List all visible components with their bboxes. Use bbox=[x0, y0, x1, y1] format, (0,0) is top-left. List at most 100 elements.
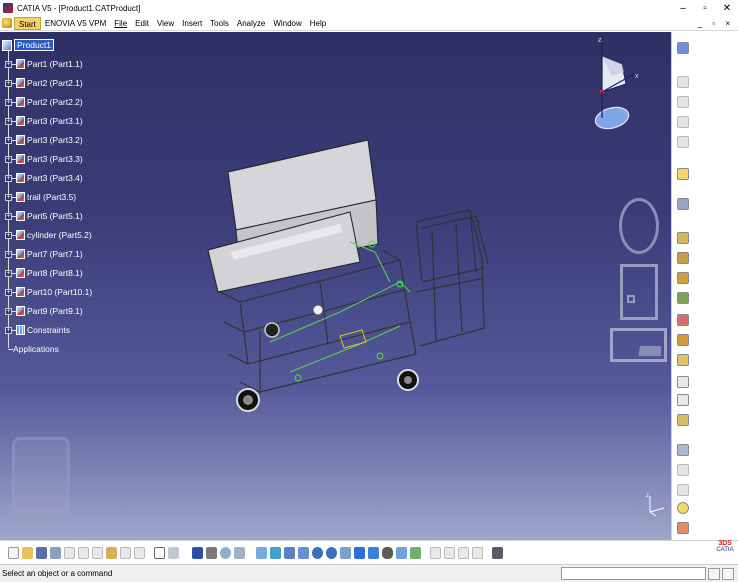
menu-tools[interactable]: Tools bbox=[206, 17, 233, 30]
viewer-navigation-rect[interactable] bbox=[610, 328, 667, 362]
fly-mode-icon[interactable] bbox=[256, 547, 267, 559]
cart-assembly-model[interactable] bbox=[200, 132, 500, 412]
tree-node[interactable]: + Part5 (Part5.1) bbox=[2, 209, 83, 223]
hide-show-icon[interactable] bbox=[396, 547, 407, 559]
expand-icon[interactable]: + bbox=[5, 250, 12, 258]
tree-node[interactable]: + Part1 (Part1.1) bbox=[2, 57, 83, 71]
camera-icon[interactable] bbox=[492, 547, 503, 559]
swap-space-icon[interactable] bbox=[410, 547, 421, 559]
restore-button[interactable]: ▫ bbox=[694, 0, 716, 16]
tree-node[interactable]: + Part7 (Part7.1) bbox=[2, 247, 83, 261]
fit-all-icon[interactable] bbox=[270, 547, 281, 559]
new-icon[interactable] bbox=[8, 547, 19, 559]
tree-node[interactable]: + trail (Part3.5) bbox=[2, 190, 76, 204]
tree-node[interactable]: + Part3 (Part3.3) bbox=[2, 152, 83, 166]
normal-view-icon[interactable] bbox=[340, 547, 351, 559]
menu-window[interactable]: Window bbox=[269, 17, 305, 30]
disabled-tool-icon[interactable] bbox=[472, 547, 483, 559]
menu-enovia[interactable]: ENOVIA V5 VPM bbox=[41, 17, 110, 30]
menu-start[interactable]: Start bbox=[14, 16, 41, 30]
tree-node[interactable]: + Part3 (Part3.4) bbox=[2, 171, 83, 185]
menu-help[interactable]: Help bbox=[306, 17, 330, 30]
shading-icon[interactable] bbox=[382, 547, 393, 559]
select-arrow-icon[interactable] bbox=[677, 168, 689, 180]
expand-icon[interactable]: + bbox=[5, 174, 12, 182]
menu-file[interactable]: File bbox=[110, 17, 131, 30]
tree-node[interactable]: + Part3 (Part3.2) bbox=[2, 133, 83, 147]
menu-analyze[interactable]: Analyze bbox=[233, 17, 269, 30]
redo-icon[interactable] bbox=[120, 547, 131, 559]
new-component-icon[interactable] bbox=[677, 252, 689, 264]
product-structure-icon[interactable] bbox=[677, 42, 689, 54]
tree-node[interactable]: + Part10 (Part10.1) bbox=[2, 285, 92, 299]
disabled-tool-icon[interactable] bbox=[444, 547, 455, 559]
copy-icon[interactable] bbox=[78, 547, 89, 559]
disabled-tool-icon[interactable] bbox=[458, 547, 469, 559]
tree-node[interactable]: + Part9 (Part9.1) bbox=[2, 304, 83, 318]
3d-viewport[interactable]: Product1 + Part1 (Part1.1) + Part2 (Part2.… bbox=[0, 32, 671, 540]
measure-icon[interactable] bbox=[206, 547, 217, 559]
cut-icon[interactable] bbox=[64, 547, 75, 559]
expand-icon[interactable]: + bbox=[5, 307, 12, 315]
expand-icon[interactable]: + bbox=[5, 117, 12, 125]
expand-icon[interactable]: + bbox=[5, 288, 12, 296]
expand-icon[interactable]: + bbox=[5, 193, 12, 201]
update-icon[interactable] bbox=[677, 522, 689, 534]
angle-constraint-icon[interactable] bbox=[677, 444, 689, 456]
menu-edit[interactable]: Edit bbox=[131, 17, 153, 30]
catia-app-icon[interactable] bbox=[3, 3, 13, 13]
print-icon[interactable] bbox=[50, 547, 61, 559]
existing-component-icon[interactable] bbox=[677, 232, 689, 244]
mdi-controls[interactable]: _ ▫ × bbox=[698, 16, 734, 31]
expand-icon[interactable]: + bbox=[5, 326, 12, 334]
open-icon[interactable] bbox=[22, 547, 33, 559]
minimize-button[interactable]: – bbox=[672, 0, 694, 16]
undo-icon[interactable] bbox=[106, 547, 117, 559]
zoom-out-icon[interactable] bbox=[326, 547, 337, 559]
formula-icon[interactable] bbox=[154, 547, 165, 559]
expand-icon[interactable]: + bbox=[5, 98, 12, 106]
disabled-tool-icon[interactable] bbox=[677, 136, 689, 148]
inertia-icon[interactable] bbox=[220, 547, 231, 559]
workbench-icon[interactable] bbox=[2, 18, 12, 28]
tree-node-constraints[interactable]: + Constraints bbox=[2, 323, 70, 337]
offset-constraint-icon[interactable] bbox=[677, 414, 689, 426]
disabled-tool-icon[interactable] bbox=[677, 116, 689, 128]
tree-node[interactable]: + Part2 (Part2.1) bbox=[2, 76, 83, 90]
contact-constraint-icon[interactable] bbox=[677, 394, 689, 406]
save-icon[interactable] bbox=[36, 547, 47, 559]
expand-icon[interactable]: + bbox=[5, 60, 12, 68]
disabled-tool-icon[interactable] bbox=[677, 76, 689, 88]
catalog-icon[interactable] bbox=[192, 547, 203, 559]
tree-root-product[interactable]: Product1 bbox=[2, 38, 55, 52]
tree-node[interactable]: + Part3 (Part3.1) bbox=[2, 114, 83, 128]
viewer-navigation-circle[interactable] bbox=[619, 198, 659, 254]
expand-icon[interactable]: + bbox=[5, 212, 12, 220]
new-product-icon[interactable] bbox=[677, 272, 689, 284]
light-bulb-icon[interactable] bbox=[677, 502, 689, 514]
status-button-1[interactable] bbox=[708, 568, 720, 580]
tree-node-applications[interactable]: Applications bbox=[2, 342, 59, 356]
coincidence-constraint-icon[interactable] bbox=[677, 376, 689, 388]
pan-icon[interactable] bbox=[284, 547, 295, 559]
tree-node[interactable]: + cylinder (Part5.2) bbox=[2, 228, 92, 242]
zoom-in-icon[interactable] bbox=[312, 547, 323, 559]
disabled-tool-icon[interactable] bbox=[677, 484, 689, 496]
manipulate-icon[interactable] bbox=[677, 314, 689, 326]
snap-icon[interactable] bbox=[677, 334, 689, 346]
whats-this-icon[interactable] bbox=[134, 547, 145, 559]
new-part-icon[interactable] bbox=[677, 292, 689, 304]
multi-view-icon[interactable] bbox=[354, 547, 365, 559]
disabled-tool-icon[interactable] bbox=[677, 96, 689, 108]
expand-icon[interactable]: + bbox=[5, 79, 12, 87]
knowledge-icon[interactable] bbox=[168, 547, 179, 559]
close-button[interactable]: ✕ bbox=[716, 0, 738, 16]
expand-icon[interactable]: + bbox=[5, 231, 12, 239]
paste-icon[interactable] bbox=[92, 547, 103, 559]
tree-node[interactable]: + Part8 (Part8.1) bbox=[2, 266, 83, 280]
iso-view-icon[interactable] bbox=[368, 547, 379, 559]
status-button-2[interactable] bbox=[722, 568, 734, 580]
disabled-tool-icon[interactable] bbox=[430, 547, 441, 559]
expand-icon[interactable]: + bbox=[5, 136, 12, 144]
expand-icon[interactable]: + bbox=[5, 269, 12, 277]
